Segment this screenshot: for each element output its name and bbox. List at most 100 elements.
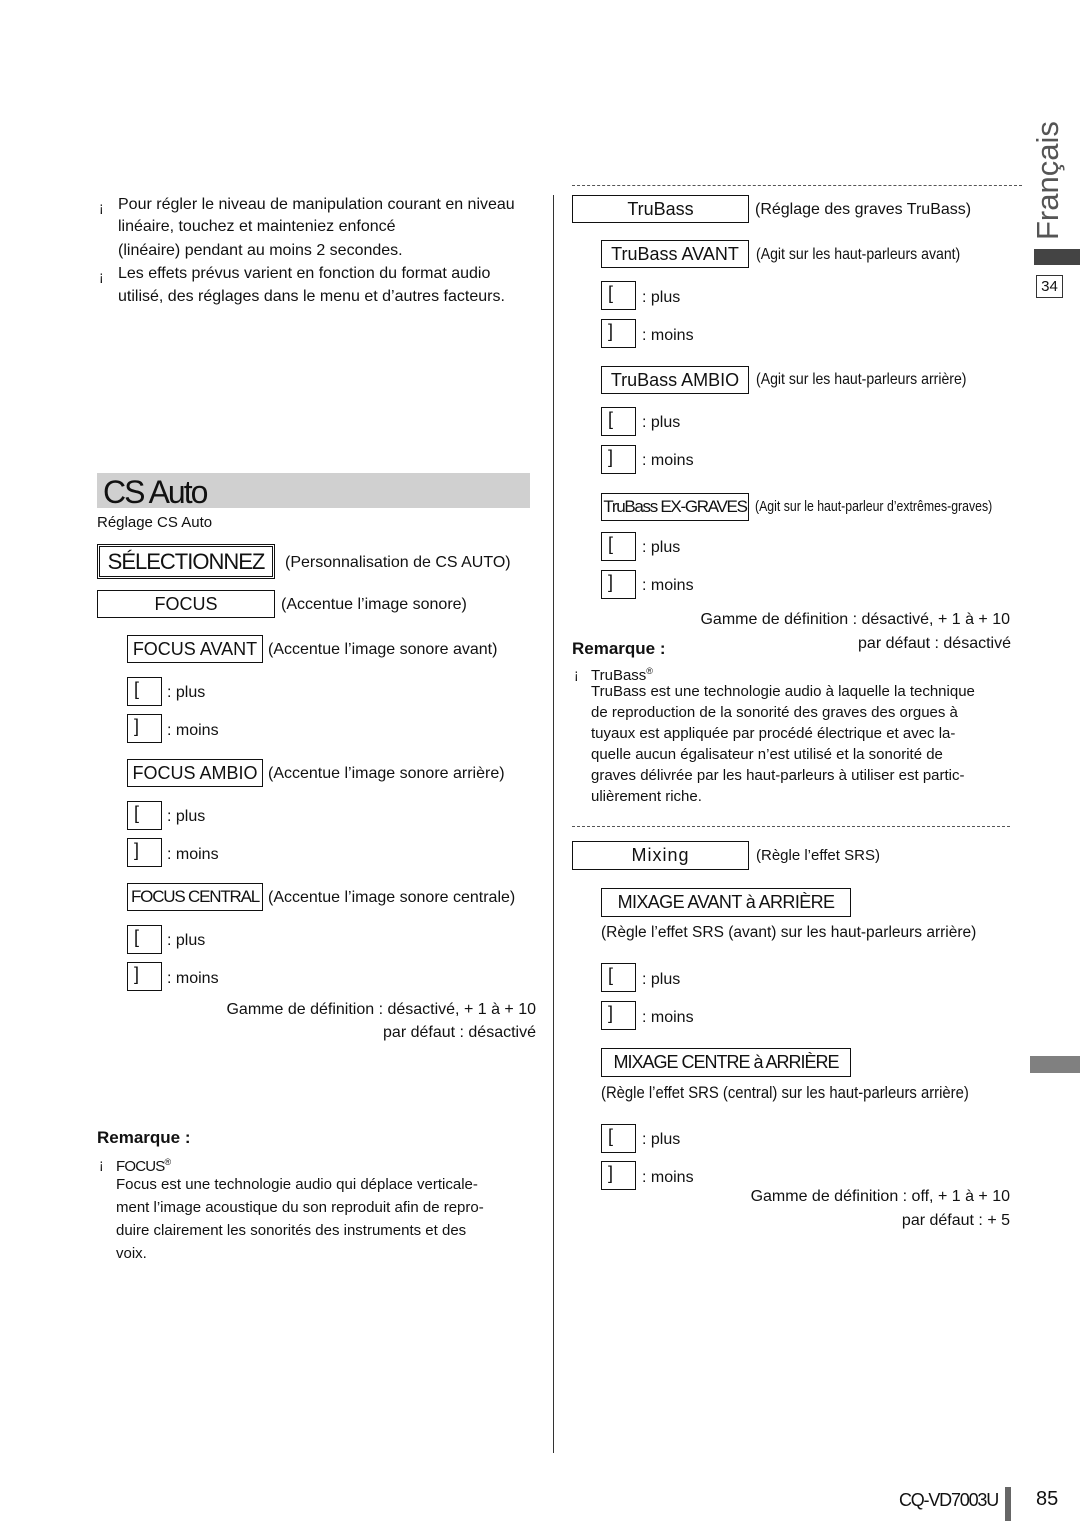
bullet: ¡ (99, 199, 104, 215)
plus-key[interactable]: [ (601, 963, 636, 992)
side-tab (1030, 1056, 1080, 1073)
intro-line: (linéaire) pendant au moins 2 secondes. (118, 242, 403, 259)
plus-key[interactable]: [ (127, 677, 162, 706)
remark-title: Remarque : (572, 639, 666, 658)
plus-label: : plus (167, 684, 206, 701)
trubass-ex-graves-desc: (Agit sur le haut-parleur d’extrêmes-gra… (755, 498, 993, 515)
language-tab (1034, 249, 1080, 265)
focus-ambio-button[interactable]: FOCUS AMBIO (127, 759, 263, 787)
column-divider (553, 195, 554, 1453)
focus-button[interactable]: FOCUS (97, 590, 275, 618)
plus-label: : plus (167, 932, 206, 949)
trubass-button[interactable]: TruBass (572, 195, 749, 223)
dashed-divider (572, 185, 1022, 186)
minus-key[interactable]: ] (601, 319, 636, 348)
minus-key[interactable]: ] (601, 1001, 636, 1030)
plus-label: : plus (167, 808, 206, 825)
minus-label: : moins (642, 1009, 694, 1026)
minus-key[interactable]: ] (601, 570, 636, 599)
section-number: 34 (1036, 275, 1063, 298)
focus-avant-desc: (Accentue l’image sonore avant) (268, 641, 498, 658)
remark-line: voix. (116, 1245, 147, 1262)
remark-line: quelle aucun égalisateur n’est utilisé e… (591, 746, 943, 763)
remark-line: ment l’image acoustique du son reproduit… (116, 1199, 484, 1216)
plus-key[interactable]: [ (127, 801, 162, 830)
remark-line: de reproduction de la sonorité des grave… (591, 704, 958, 721)
remark-item: FOCUS® (116, 1152, 172, 1177)
mix-front-rear-desc: (Règle l’effet SRS (avant) sur les haut-… (601, 924, 977, 941)
plus-key[interactable]: [ (601, 407, 636, 436)
plus-key[interactable]: [ (601, 281, 636, 310)
default-text: par défaut : désactivé (383, 1024, 536, 1041)
minus-key[interactable]: ] (127, 962, 162, 991)
section-subtitle: Réglage CS Auto (97, 514, 213, 531)
remark-line: Focus est une technologie audio qui dépl… (116, 1176, 478, 1193)
focus-central-desc: (Accentue l’image sonore centrale) (268, 889, 516, 906)
model-number: CQ-VD7003U (898, 1490, 999, 1510)
trubass-desc: (Réglage des graves TruBass) (755, 201, 972, 218)
footer-bar (1005, 1487, 1011, 1521)
mix-center-rear-desc: (Règle l’effet SRS (central) sur les hau… (601, 1084, 969, 1102)
trubass-avant-desc: (Agit sur les haut-parleurs avant) (756, 246, 961, 263)
focus-ambio-desc: (Accentue l’image sonore arrière) (268, 765, 505, 782)
trubass-ex-graves-button[interactable]: TruBass EX-GRAVES (601, 493, 749, 521)
section-heading-bar: CS Auto (97, 473, 530, 510)
language-label: Français (1030, 121, 1065, 240)
intro-line: utilisé, des réglages dans le menu et d’… (118, 288, 505, 305)
plus-label: : plus (642, 971, 681, 988)
page-number: 85 (1036, 1488, 1059, 1510)
plus-label: : plus (642, 414, 681, 431)
focus-central-button[interactable]: FOCUS CENTRAL (127, 883, 263, 911)
minus-key[interactable]: ] (127, 838, 162, 867)
plus-key[interactable]: [ (127, 925, 162, 954)
minus-key[interactable]: ] (601, 1161, 636, 1190)
select-button[interactable]: SÉLECTIONNEZ (97, 544, 275, 579)
mix-front-rear-button[interactable]: MIXAGE AVANT à ARRIÈRE (601, 888, 851, 917)
trubass-avant-button[interactable]: TruBass AVANT (601, 240, 749, 268)
intro-line: linéaire, touchez et mainteniez enfoncé (118, 218, 396, 235)
plus-key[interactable]: [ (601, 1124, 636, 1153)
plus-label: : plus (642, 539, 681, 556)
minus-label: : moins (167, 846, 219, 863)
minus-label: : moins (167, 722, 219, 739)
plus-key[interactable]: [ (601, 532, 636, 561)
intro-line: Pour régler le niveau de manipulation co… (118, 196, 515, 213)
bullet: ¡ (99, 268, 104, 284)
trubass-ambio-button[interactable]: TruBass AMBIO (601, 366, 749, 394)
plus-label: : plus (642, 289, 681, 306)
default-text: par défaut : désactivé (858, 635, 1011, 652)
minus-key[interactable]: ] (127, 714, 162, 743)
focus-avant-button[interactable]: FOCUS AVANT (127, 635, 263, 663)
minus-label: : moins (642, 1169, 694, 1186)
minus-label: : moins (642, 577, 694, 594)
range-text: Gamme de définition : off, + 1 à + 10 (750, 1188, 1010, 1205)
intro-line: Les effets prévus varient en fonction du… (118, 265, 491, 282)
remark-title: Remarque : (97, 1128, 191, 1147)
default-text: par défaut : + 5 (901, 1212, 1010, 1229)
registered-mark: ® (164, 1157, 172, 1167)
remark-line: duire clairement les sonorités des instr… (116, 1222, 467, 1239)
mixing-button[interactable]: Mixing (572, 841, 749, 870)
dashed-divider (572, 826, 1010, 827)
select-desc: (Personnalisation de CS AUTO) (285, 554, 511, 571)
plus-label: : plus (642, 1131, 681, 1148)
remark-line: graves délivrée par les haut-parleurs à … (591, 767, 965, 784)
section-title: CS Auto (103, 474, 208, 510)
trubass-ambio-desc: (Agit sur les haut-parleurs arrière) (756, 371, 967, 388)
range-text: Gamme de définition : désactivé, + 1 à +… (226, 1001, 536, 1018)
bullet: ¡ (574, 666, 579, 682)
minus-label: : moins (167, 970, 219, 987)
remark-line: ulièrement riche. (591, 788, 702, 805)
remark-line: tuyaux est appliquée par procédé électri… (591, 725, 956, 742)
registered-mark: ® (646, 666, 653, 676)
manual-page: ¡ Pour régler le niveau de manipulation … (0, 0, 1080, 1526)
mix-center-rear-button[interactable]: MIXAGE CENTRE à ARRIÈRE (601, 1048, 851, 1077)
range-text: Gamme de définition : désactivé, + 1 à +… (700, 611, 1010, 628)
minus-label: : moins (642, 327, 694, 344)
minus-label: : moins (642, 452, 694, 469)
bullet: ¡ (99, 1156, 104, 1172)
minus-key[interactable]: ] (601, 445, 636, 474)
remark-line: TruBass est une technologie audio à laqu… (591, 683, 975, 700)
mixing-desc: (Règle l’effet SRS) (756, 847, 880, 864)
focus-desc: (Accentue l’image sonore) (281, 596, 467, 613)
